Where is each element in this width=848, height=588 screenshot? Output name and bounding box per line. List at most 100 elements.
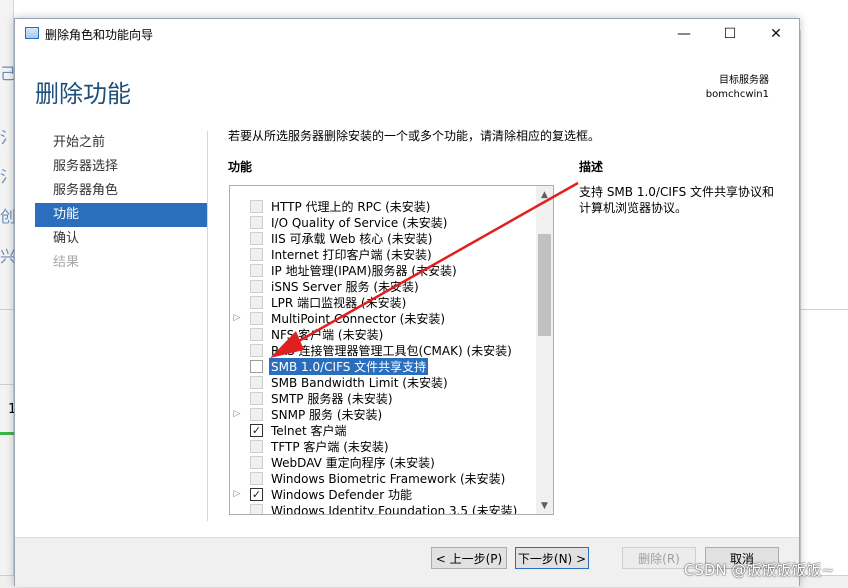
background-divider [0, 384, 14, 385]
background-glyph: 氵 [0, 128, 14, 147]
nav-step-server-selection[interactable]: 服务器选择 [35, 155, 207, 179]
feature-label: Windows Defender 功能 [271, 487, 412, 502]
expand-chevron-icon[interactable]: ▷ [230, 489, 244, 499]
background-glyph: 兴 [0, 247, 14, 266]
feature-row[interactable]: WebDAV 重定向程序 (未安装) [230, 454, 536, 470]
nav-step-server-roles[interactable]: 服务器角色 [35, 179, 207, 203]
feature-checkbox [250, 503, 263, 514]
background-divider [0, 309, 14, 310]
feature-checkbox [250, 279, 263, 293]
feature-label: Windows Biometric Framework (未安装) [271, 471, 506, 486]
feature-row[interactable]: ▷ SNMP 服务 (未安装) [230, 406, 536, 422]
feature-row[interactable]: HTTP 代理上的 RPC (未安装) [230, 198, 536, 214]
feature-row[interactable]: SMB Bandwidth Limit (未安装) [230, 374, 536, 390]
target-server: 目标服务器 bomchcwin1 [706, 74, 769, 102]
feature-label: iSNS Server 服务 (未安装) [271, 279, 419, 294]
nav-step-results: 结果 [53, 255, 80, 270]
feature-label: IIS 可承载 Web 核心 (未安装) [271, 231, 433, 246]
scroll-thumb[interactable] [538, 234, 551, 336]
features-scrollbar[interactable]: ▲ ▼ [536, 186, 553, 514]
feature-checkbox [250, 391, 263, 405]
feature-checkbox [250, 407, 263, 421]
feature-label: SMTP 服务器 (未安装) [271, 391, 393, 406]
feature-row[interactable]: I/O Quality of Service (未安装) [230, 214, 536, 230]
nav-step-features[interactable]: 功能 [35, 203, 207, 227]
feature-row[interactable]: IP 地址管理(IPAM)服务器 (未安装) [230, 262, 536, 278]
feature-label: RAS 连接管理器管理工具包(CMAK) (未安装) [271, 343, 512, 358]
feature-checkbox [250, 263, 263, 277]
feature-row[interactable]: NFS 客户端 (未安装) [230, 326, 536, 342]
watermark: CSDN @饭饭饭饭饭~ [683, 561, 834, 579]
background-glyph: 己 [0, 64, 14, 83]
target-server-label: 目标服务器 [719, 75, 769, 86]
feature-row[interactable]: Windows Identity Foundation 3.5 (未安装) [230, 502, 536, 515]
feature-checkbox [250, 231, 263, 245]
next-button[interactable]: 下一步(N) > [515, 547, 589, 569]
feature-label: NFS 客户端 (未安装) [271, 327, 384, 342]
feature-checkbox [250, 311, 263, 325]
target-server-name: bomchcwin1 [705, 89, 769, 100]
minimize-button[interactable]: — [661, 19, 707, 49]
maximize-button[interactable]: ☐ [707, 19, 753, 49]
feature-label: I/O Quality of Service (未安装) [271, 215, 448, 230]
nav-step-confirmation[interactable]: 确认 [35, 227, 207, 251]
instruction-text: 若要从所选服务器删除安装的一个或多个功能，请清除相应的复选框。 [228, 129, 601, 143]
description-text: 支持 SMB 1.0/CIFS 文件共享协议和计算机浏览器协议。 [579, 185, 775, 215]
feature-row[interactable]: iSNS Server 服务 (未安装) [230, 278, 536, 294]
feature-label: LPR 端口监视器 (未安装) [271, 295, 407, 310]
title-bar[interactable]: 删除角色和功能向导 — ☐ ✕ [15, 19, 799, 49]
feature-checkbox [250, 295, 263, 309]
scroll-down-icon[interactable]: ▼ [536, 497, 553, 514]
feature-row[interactable]: ✓ Telnet 客户端 [230, 422, 536, 438]
server-manager-icon [25, 27, 39, 39]
feature-label: WebDAV 重定向程序 (未安装) [271, 455, 435, 470]
feature-row[interactable]: IIS 可承载 Web 核心 (未安装) [230, 230, 536, 246]
feature-row[interactable]: SMTP 服务器 (未安装) [230, 390, 536, 406]
feature-label: Telnet 客户端 [271, 423, 347, 438]
feature-label: TFTP 客户端 (未安装) [271, 439, 389, 454]
scroll-up-icon[interactable]: ▲ [536, 186, 553, 203]
features-label: 功能 [228, 160, 253, 174]
description-label: 描述 [579, 160, 604, 174]
feature-checkbox[interactable]: ✓ [250, 487, 263, 501]
nav-divider [207, 131, 208, 521]
background-glyph: 氵 [0, 167, 14, 186]
feature-checkbox[interactable] [250, 359, 263, 373]
feature-checkbox [250, 439, 263, 453]
feature-label: HTTP 代理上的 RPC (未安装) [271, 199, 431, 214]
remove-features-wizard: 删除角色和功能向导 — ☐ ✕ 删除功能 目标服务器 bomchcwin1 开始… [14, 18, 800, 587]
feature-checkbox [250, 327, 263, 341]
feature-row[interactable]: SMB 1.0/CIFS 文件共享支持 [230, 357, 536, 375]
feature-label: SMB Bandwidth Limit (未安装) [271, 375, 448, 390]
feature-row[interactable]: ▷ MultiPoint Connector (未安装) [230, 310, 536, 326]
wizard-steps-nav: 开始之前 服务器选择 服务器角色 功能 确认 结果 [35, 131, 207, 275]
background-progress-bar [0, 432, 14, 435]
feature-row[interactable]: TFTP 客户端 (未安装) [230, 438, 536, 454]
features-tree[interactable]: HTTP 代理上的 RPC (未安装) I/O Quality of Servic… [229, 185, 554, 515]
feature-row[interactable]: Internet 打印客户端 (未安装) [230, 246, 536, 262]
nav-step-before-you-begin[interactable]: 开始之前 [35, 131, 207, 155]
feature-checkbox[interactable]: ✓ [250, 423, 263, 437]
feature-row[interactable]: ▷ ✓ Windows Defender 功能 [230, 486, 536, 502]
feature-checkbox [250, 471, 263, 485]
previous-button[interactable]: < 上一步(P) [431, 547, 507, 569]
background-divider [800, 309, 848, 310]
feature-label: Windows Identity Foundation 3.5 (未安装) [271, 503, 518, 515]
expand-chevron-icon[interactable]: ▷ [230, 409, 244, 419]
feature-label: Internet 打印客户端 (未安装) [271, 247, 432, 262]
close-button[interactable]: ✕ [753, 19, 799, 49]
feature-checkbox [250, 199, 263, 213]
background-left-strip [0, 0, 14, 588]
window-title: 删除角色和功能向导 [45, 28, 154, 42]
feature-row[interactable]: Windows Biometric Framework (未安装) [230, 470, 536, 486]
background-glyph: 创 [0, 207, 14, 226]
feature-checkbox [250, 247, 263, 261]
feature-checkbox [250, 215, 263, 229]
feature-checkbox [250, 455, 263, 469]
feature-label: MultiPoint Connector (未安装) [271, 311, 446, 326]
feature-row[interactable]: LPR 端口监视器 (未安装) [230, 294, 536, 310]
feature-label: SMB 1.0/CIFS 文件共享支持 [269, 357, 429, 375]
page-title: 删除功能 [35, 80, 131, 108]
feature-row[interactable]: RAS 连接管理器管理工具包(CMAK) (未安装) [230, 342, 536, 358]
expand-chevron-icon[interactable]: ▷ [230, 313, 244, 323]
